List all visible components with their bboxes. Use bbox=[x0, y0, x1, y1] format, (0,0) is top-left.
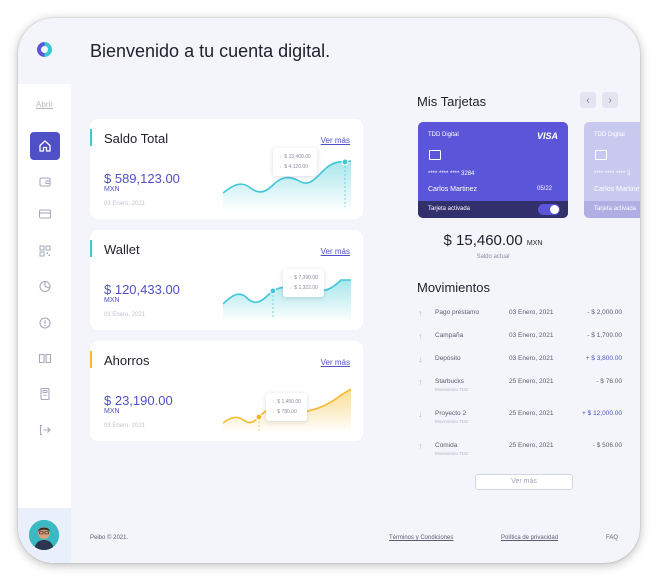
movement-row[interactable]: ↓ Proyecto 2 Movimiento TDD 25 Enero, 20… bbox=[418, 409, 628, 431]
movements-title: Movimientos bbox=[417, 280, 490, 295]
card-date: 03 Enero, 2021 bbox=[104, 201, 146, 207]
card-icon bbox=[38, 209, 52, 219]
logo-icon bbox=[37, 42, 52, 57]
card-currency: MXN bbox=[104, 297, 120, 304]
avatar[interactable] bbox=[29, 520, 59, 550]
chip-icon bbox=[595, 150, 607, 160]
chart-tooltip: ↑ $ 1,450.00 ↓ $ 780.00 bbox=[266, 393, 307, 421]
copyright: Peibo © 2021. bbox=[90, 535, 129, 541]
sidebar-item-alerts[interactable] bbox=[30, 309, 60, 337]
card-number: **** **** **** 3284 bbox=[428, 171, 475, 177]
current-balance: $ 15,460.00 MXN bbox=[443, 232, 543, 249]
logout-icon bbox=[39, 424, 51, 436]
card-date: 03 Enero, 2021 bbox=[104, 423, 146, 429]
sidebar: Abrir bbox=[18, 84, 71, 563]
sidebar-item-qr[interactable] bbox=[30, 237, 60, 265]
card-accent-bar bbox=[90, 240, 92, 257]
card-amount: $ 120,433.00 bbox=[104, 282, 180, 297]
card-amount: $ 589,123.00 bbox=[104, 171, 180, 186]
card-holder: Carlos Martinez bbox=[428, 186, 478, 193]
wallet-icon bbox=[39, 177, 51, 187]
card-accent-bar bbox=[90, 129, 92, 146]
sidebar-open-link[interactable]: Abrir bbox=[18, 100, 71, 109]
sidebar-item-logout[interactable] bbox=[30, 416, 60, 444]
arrow-up-icon: ↑ bbox=[418, 377, 423, 387]
card-status-bar: Tarjeta activada bbox=[584, 201, 640, 218]
card-expiry: 05/22 bbox=[536, 186, 552, 192]
account-card-savings: Ahorros Ver más $ 23,190.00 MXN 03 Enero… bbox=[90, 341, 363, 441]
debit-card[interactable]: TDD Digital VISA **** **** **** 3284 Car… bbox=[418, 122, 568, 218]
arrow-up-icon: ↑ bbox=[418, 308, 423, 318]
movement-row[interactable]: ↑ Starbucks Movimiento TDD 25 Enero, 202… bbox=[418, 377, 628, 399]
arrow-up-icon: ↑ bbox=[418, 441, 423, 451]
see-more-link[interactable]: Ver más bbox=[321, 358, 350, 367]
card-title: Ahorros bbox=[104, 353, 150, 368]
movement-row[interactable]: ↑ Pago préstamo 03 Enero, 2021 - $ 2,000… bbox=[418, 308, 628, 330]
card-active-toggle[interactable] bbox=[538, 204, 560, 215]
account-card-wallet: Wallet Ver más $ 120,433.00 MXN 03 Enero… bbox=[90, 230, 363, 330]
cards-next-button[interactable]: › bbox=[602, 92, 618, 108]
sidebar-item-wallet[interactable] bbox=[30, 168, 60, 196]
arrow-down-icon: ↓ bbox=[418, 409, 423, 419]
balance-label: Saldo actual bbox=[476, 254, 510, 260]
chart-tooltip: ↑ $ 7,390.00 ↓ $ 1,322.00 bbox=[283, 269, 324, 297]
alert-icon bbox=[39, 317, 51, 329]
cards-section-title: Mis Tarjetas bbox=[417, 94, 487, 109]
card-type-label: TDD Digital bbox=[594, 132, 625, 138]
card-title: Wallet bbox=[104, 242, 140, 257]
movement-row[interactable]: ↑ Campaña 03 Enero, 2021 - $ 1,700.00 bbox=[418, 331, 628, 353]
sidebar-item-cards[interactable] bbox=[30, 200, 60, 228]
card-date: 03 Enero, 2021 bbox=[104, 312, 146, 318]
qr-icon bbox=[39, 245, 51, 257]
movement-row[interactable]: ↓ Depósito 03 Enero, 2021 + $ 3,800.00 bbox=[418, 354, 628, 376]
chip-icon bbox=[429, 150, 441, 160]
pie-chart-icon bbox=[39, 280, 51, 293]
visa-logo: VISA bbox=[536, 131, 558, 141]
faq-link[interactable]: FAQ bbox=[606, 535, 618, 541]
see-more-link[interactable]: Ver más bbox=[321, 136, 350, 145]
page-title: Bienvenido a tu cuenta digital. bbox=[90, 41, 331, 61]
book-icon bbox=[38, 353, 52, 364]
sidebar-item-calculator[interactable] bbox=[30, 380, 60, 408]
card-status-bar: Tarjeta activada bbox=[418, 201, 568, 218]
card-currency: MXN bbox=[104, 186, 120, 193]
sidebar-item-guide[interactable] bbox=[30, 344, 60, 372]
calculator-icon bbox=[40, 387, 50, 401]
see-more-link[interactable]: Ver más bbox=[321, 247, 350, 256]
account-card-total: Saldo Total Ver más $ 589,123.00 MXN 03 … bbox=[90, 119, 363, 219]
card-currency: MXN bbox=[104, 408, 120, 415]
debit-card-next[interactable]: TDD Digital **** **** **** 3 Carlos Mart… bbox=[584, 122, 640, 218]
card-amount: $ 23,190.00 bbox=[104, 393, 173, 408]
profile-area bbox=[18, 508, 71, 563]
card-holder: Carlos Martine bbox=[594, 186, 640, 193]
privacy-link[interactable]: Política de privacidad bbox=[501, 535, 558, 541]
card-status-label: Tarjeta activada bbox=[428, 206, 471, 212]
movement-row[interactable]: ↑ Comida Movimiento TDD 25 Enero, 2021 -… bbox=[418, 441, 628, 463]
card-type-label: TDD Digital bbox=[428, 132, 459, 138]
card-title: Saldo Total bbox=[104, 131, 169, 146]
chart-tooltip: ↑ $ 13,400.00 ↓ $ 4,120.00 bbox=[273, 148, 317, 176]
card-status-label: Tarjeta activada bbox=[594, 206, 637, 212]
app-frame: Bienvenido a tu cuenta digital. Abrir Sa… bbox=[18, 18, 640, 563]
home-icon bbox=[39, 140, 51, 152]
sidebar-item-home[interactable] bbox=[30, 132, 60, 160]
card-accent-bar bbox=[90, 351, 92, 368]
arrow-up-icon: ↑ bbox=[418, 331, 423, 341]
card-number: **** **** **** 3 bbox=[594, 171, 631, 177]
cards-prev-button[interactable]: ‹ bbox=[580, 92, 596, 108]
see-more-movements-button[interactable]: Ver más bbox=[475, 474, 573, 490]
arrow-down-icon: ↓ bbox=[418, 354, 423, 364]
user-photo-icon bbox=[29, 520, 59, 550]
terms-link[interactable]: Términos y Condiciones bbox=[389, 535, 453, 541]
sidebar-item-reports[interactable] bbox=[30, 272, 60, 300]
